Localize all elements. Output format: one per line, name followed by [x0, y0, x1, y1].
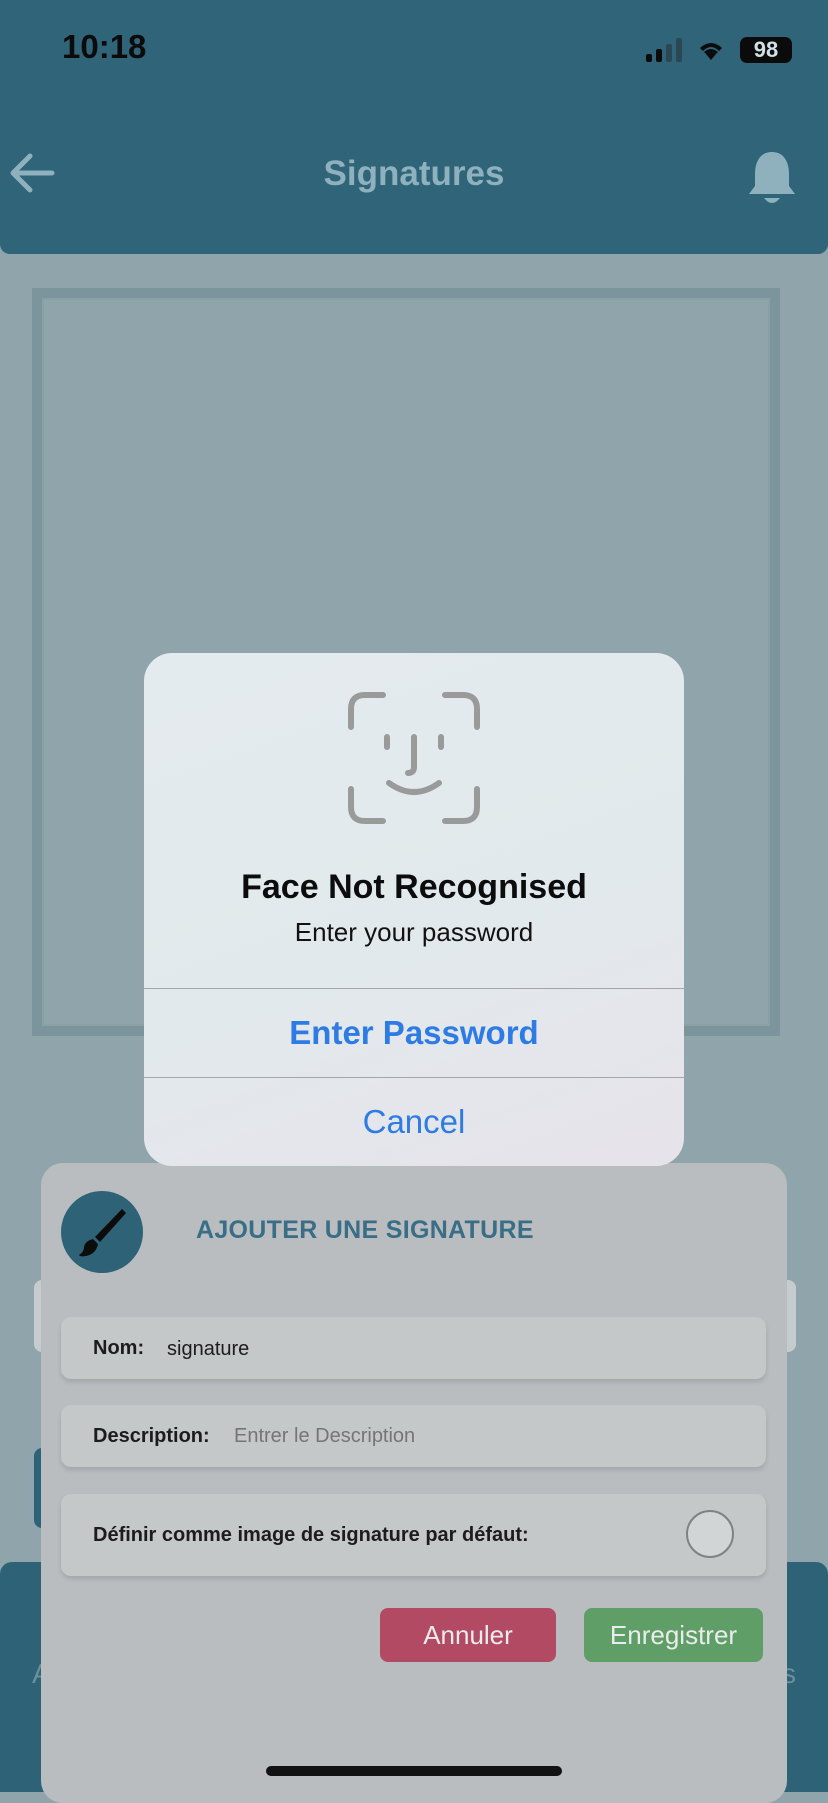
notification-bell-icon[interactable] [746, 148, 798, 208]
wifi-icon [700, 43, 722, 60]
name-field[interactable]: Nom: signature [61, 1317, 766, 1379]
cellular-signal-icon [646, 38, 682, 62]
status-time: 10:18 [62, 28, 147, 65]
battery-indicator: 98 [740, 37, 792, 63]
name-label: Nom: [93, 1337, 145, 1359]
add-signature-sheet [41, 1163, 787, 1803]
name-input[interactable]: signature [167, 1338, 249, 1361]
brush-avatar [61, 1191, 143, 1273]
face-id-alert: Face Not Recognised Enter your password … [144, 653, 684, 1166]
sheet-title: AJOUTER UNE SIGNATURE [196, 1216, 534, 1244]
face-id-icon [348, 692, 480, 824]
paintbrush-icon [79, 1209, 126, 1257]
cancel-button[interactable]: Annuler [380, 1608, 556, 1662]
description-label: Description: [93, 1425, 210, 1447]
background-card-edge [786, 1280, 796, 1352]
description-field[interactable]: Description: [61, 1405, 766, 1467]
page-title: Signatures [323, 154, 505, 193]
home-indicator[interactable] [266, 1766, 562, 1776]
description-input[interactable] [234, 1425, 634, 1448]
enter-password-button[interactable]: Enter Password [144, 989, 684, 1077]
default-signature-toggle[interactable] [686, 1510, 734, 1558]
default-signature-field: Définir comme image de signature par déf… [61, 1494, 766, 1576]
status-icons: 98 [646, 34, 792, 66]
app-header: 10:18 98 Signatures [0, 0, 828, 254]
alert-title: Face Not Recognised [241, 868, 587, 906]
default-signature-label: Définir comme image de signature par déf… [93, 1524, 529, 1546]
alert-cancel-button[interactable]: Cancel [144, 1078, 684, 1166]
alert-message: Enter your password [294, 917, 534, 947]
save-button[interactable]: Enregistrer [584, 1608, 763, 1662]
